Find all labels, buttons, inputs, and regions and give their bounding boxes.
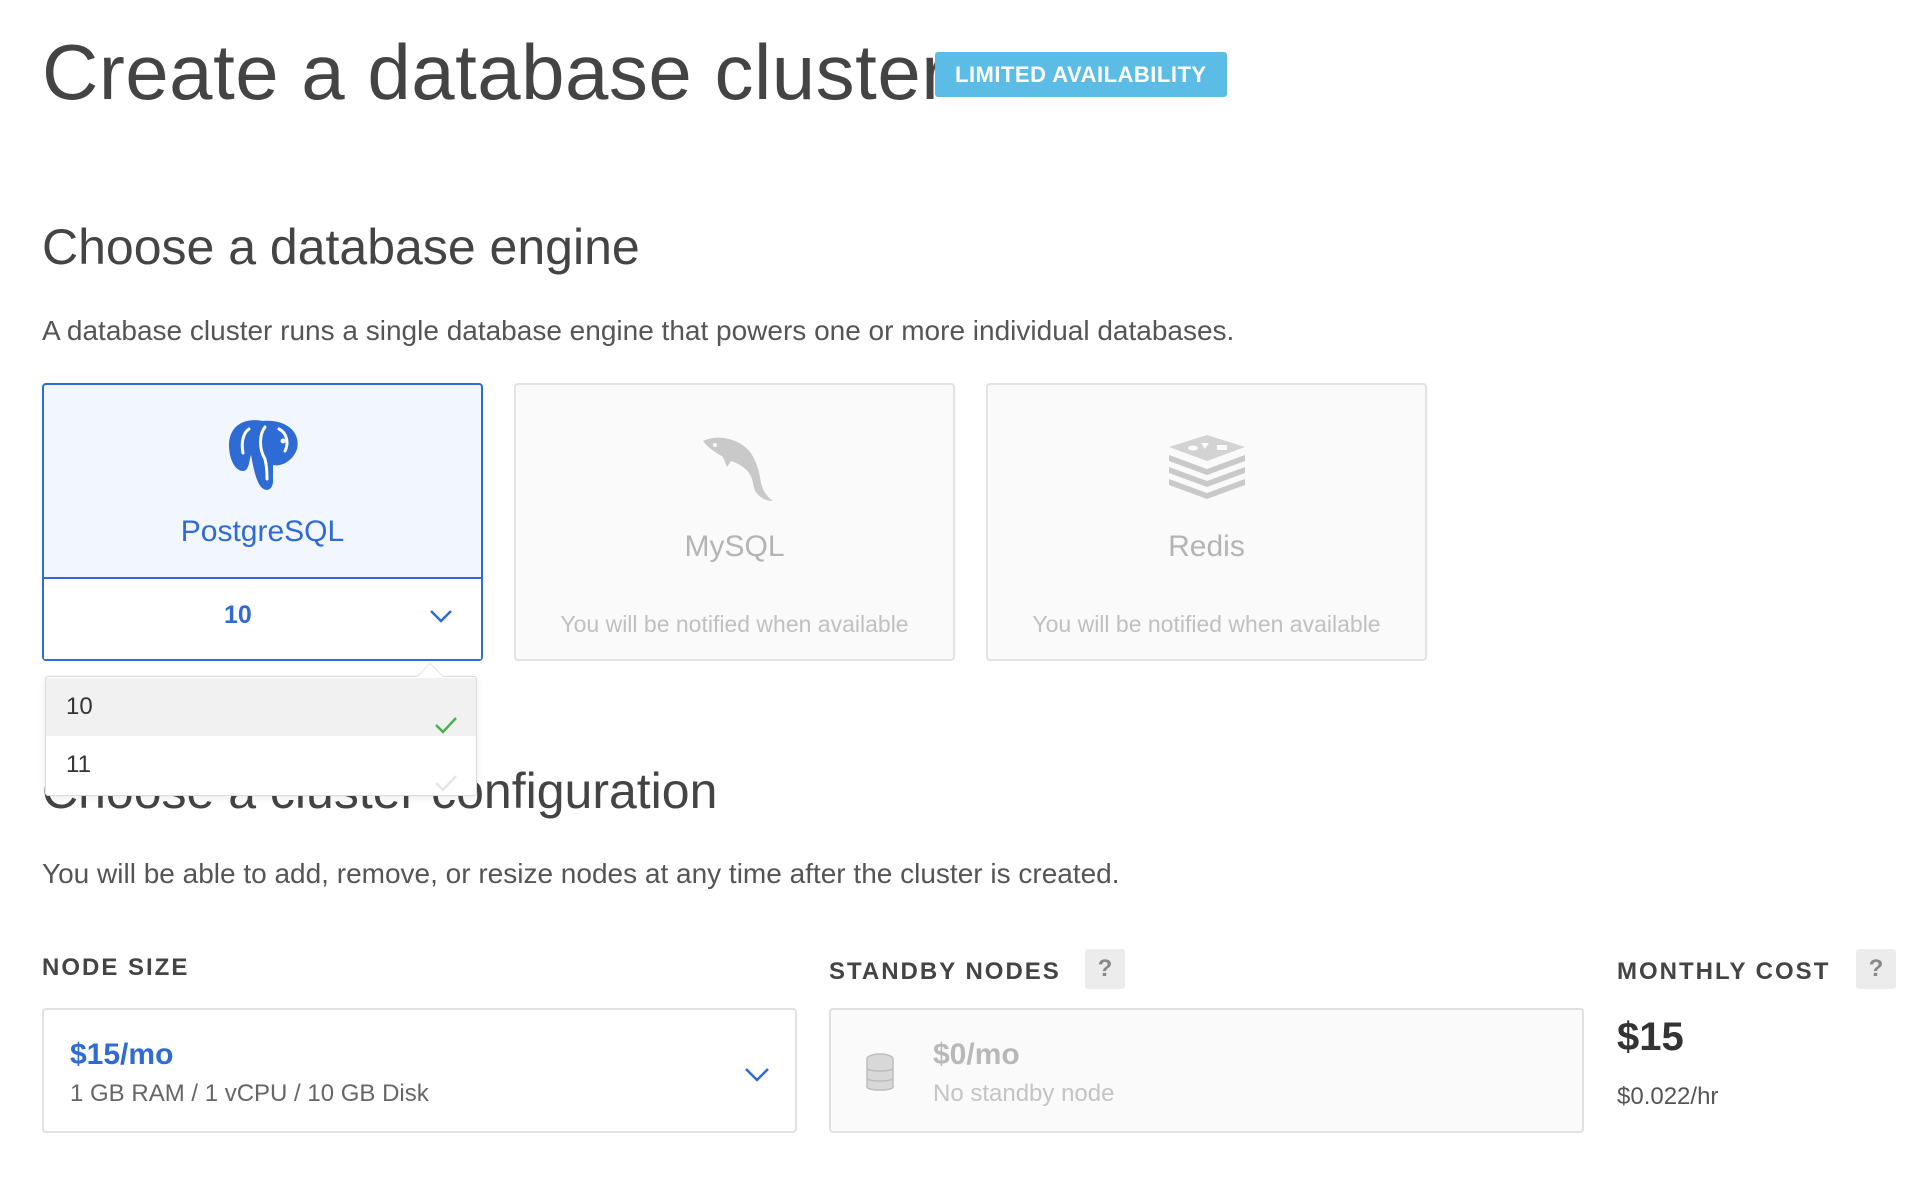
dropdown-caret [416,663,444,677]
node-size-label: NODE SIZE [42,954,190,981]
standby-nodes-label: STANDBY NODES [829,958,1061,985]
config-section-description: You will be able to add, remove, or resi… [42,858,1120,889]
version-option[interactable]: 11 [46,736,476,794]
engine-card-redis[interactable]: Redis You will be notified when availabl… [986,383,1427,661]
node-size-select[interactable]: $15/mo 1 GB RAM / 1 vCPU / 10 GB Disk [42,1008,797,1133]
redis-availability-note: You will be notified when available [1032,611,1381,637]
engine-card-postgresql[interactable]: PostgreSQL 10 [42,383,483,661]
database-icon [865,1053,895,1098]
monthly-cost-label: MONTHLY COST [1617,958,1831,985]
monthly-cost-amount: $15 [1617,1015,1684,1059]
page-title: Create a database cluster [42,28,948,116]
engine-label-postgresql: PostgreSQL [180,515,345,548]
node-size-specs: 1 GB RAM / 1 vCPU / 10 GB Disk [70,1080,429,1107]
engine-card-mysql[interactable]: MySQL You will be notified when availabl… [514,383,955,661]
mysql-dolphin-icon [693,425,777,514]
engine-section-heading: Choose a database engine [42,219,640,275]
standby-nodes-select[interactable]: $0/mo No standby node [829,1008,1584,1133]
mysql-availability-note: You will be notified when available [560,611,909,637]
check-icon [434,756,458,814]
standby-detail: No standby node [933,1080,1115,1107]
version-dropdown-menu: 10 11 [45,663,477,796]
node-size-price: $15/mo [70,1038,174,1071]
redis-stack-icon [1165,433,1249,508]
monthly-cost-help-button[interactable]: ? [1856,949,1896,989]
engine-label-mysql: MySQL [684,530,785,563]
engine-label-redis: Redis [1168,530,1245,563]
standby-help-button[interactable]: ? [1085,949,1125,989]
limited-availability-badge: LIMITED AVAILABILITY [935,52,1227,97]
selected-version: 10 [224,601,252,629]
chevron-down-icon [429,609,453,628]
version-option[interactable]: 10 [46,678,476,736]
version-option-label: 11 [66,751,91,778]
hourly-cost: $0.022/hr [1617,1083,1719,1110]
chevron-down-icon [744,1067,770,1088]
postgresql-version-select[interactable]: 10 [44,577,481,659]
standby-price: $0/mo [933,1038,1020,1071]
engine-section-description: A database cluster runs a single databas… [42,315,1235,346]
version-option-label: 10 [66,693,93,720]
postgresql-elephant-icon [221,415,305,500]
